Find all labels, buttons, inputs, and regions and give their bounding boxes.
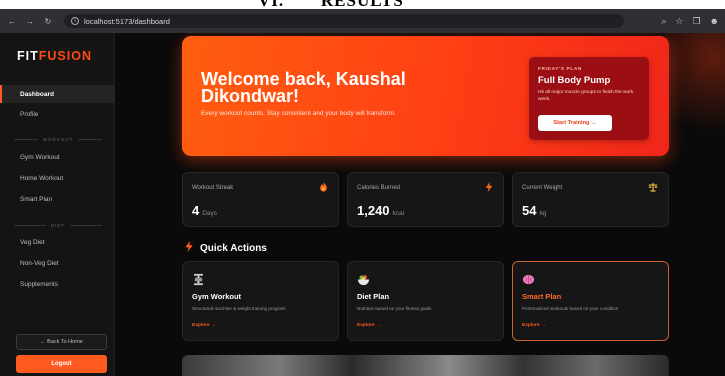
document-heading-strip: VI. RESULTS <box>0 0 725 9</box>
stat-label: Current Weight <box>522 185 563 191</box>
start-training-button[interactable]: Start Training → <box>538 115 612 131</box>
sidebar-item-home-workout[interactable]: Home Workout <box>0 169 115 187</box>
todays-plan-card: FRIDAY'S PLAN Full Body Pump Hit all maj… <box>529 57 649 140</box>
logout-button[interactable]: Logout <box>16 355 107 373</box>
scale-icon <box>648 182 658 194</box>
stat-card-current-weight: Current Weight 54 kg <box>512 172 669 227</box>
stat-value-group: 54 kg <box>522 203 546 218</box>
url-text: localhost:5173/dashboard <box>84 16 170 26</box>
explore-link[interactable]: Explore → <box>522 323 546 328</box>
stat-card-workout-streak: Workout Streak 4 Days <box>182 172 339 227</box>
sidebar-section-diet: DIET <box>14 223 103 228</box>
flame-icon <box>319 182 328 194</box>
quick-action-title: Smart Plan <box>522 292 562 301</box>
plan-description: Hit all major muscle groups to finish th… <box>538 90 634 102</box>
stat-value-group: 1,240 kcal <box>357 203 404 218</box>
zoom-icon[interactable]: ⌕ <box>661 16 666 27</box>
sidebar-item-supplements[interactable]: Supplements <box>0 275 115 293</box>
quick-action-description: Structured machine & weight training pro… <box>192 306 286 311</box>
quick-action-diet-plan[interactable]: Diet Plan Nutrition based on your fitnes… <box>347 261 504 341</box>
stat-unit: Days <box>202 210 218 217</box>
plan-name: Full Body Pump <box>538 75 611 86</box>
reload-icon[interactable]: ↻ <box>42 15 54 27</box>
salad-bowl-icon <box>357 273 370 286</box>
browser-toolbar: ← → ↻ i localhost:5173/dashboard ⌕ ☆ ❐ ☻ <box>0 9 725 33</box>
brain-icon <box>522 273 535 286</box>
sidebar-item-label: Profile <box>20 110 39 118</box>
explore-link[interactable]: Explore → <box>357 323 381 328</box>
stat-label: Workout Streak <box>192 185 234 191</box>
quick-action-description: Personalized workouts based on your cond… <box>522 306 619 311</box>
sidebar: FITFUSION Dashboard Profile WORKOUT Gym … <box>0 33 115 376</box>
bolt-icon <box>485 182 493 194</box>
decorative-glow <box>665 33 725 153</box>
forward-arrow-icon[interactable]: → <box>24 15 36 27</box>
logo-fusion: FUSION <box>38 49 92 63</box>
sidebar-item-label: Dashboard <box>20 90 54 98</box>
stat-unit: kcal <box>392 210 405 217</box>
address-bar[interactable]: i localhost:5173/dashboard <box>64 14 624 28</box>
welcome-subtitle: Every workout counts. Stay consistent an… <box>201 110 396 117</box>
quick-action-title: Diet Plan <box>357 292 390 301</box>
quick-action-title: Gym Workout <box>192 292 242 301</box>
sidebar-item-label: Veg Diet <box>20 238 45 246</box>
sidebar-item-non-veg-diet[interactable]: Non-Veg Diet <box>0 254 115 272</box>
stat-card-calories-burned: Calories Burned 1,240 kcal <box>347 172 504 227</box>
app-logo[interactable]: FITFUSION <box>17 49 92 63</box>
stat-label: Calories Burned <box>357 185 401 191</box>
welcome-hero: Welcome back, Kaushal Dikondwar! Every w… <box>182 36 669 156</box>
sidebar-item-dashboard[interactable]: Dashboard <box>0 85 115 103</box>
stat-unit: kg <box>539 210 547 217</box>
sidebar-item-gym-workout[interactable]: Gym Workout <box>0 148 115 166</box>
welcome-title: Welcome back, Kaushal Dikondwar! <box>201 69 406 106</box>
logo-fit: FIT <box>17 49 39 63</box>
sidebar-item-profile[interactable]: Profile <box>0 105 115 123</box>
stat-value: 4 <box>192 203 200 218</box>
quick-action-gym-workout[interactable]: Gym Workout Structured machine & weight … <box>182 261 339 341</box>
dumbbell-icon <box>192 273 205 286</box>
site-info-icon[interactable]: i <box>71 17 79 25</box>
plan-tag: FRIDAY'S PLAN <box>538 67 582 72</box>
back-arrow-icon[interactable]: ← <box>6 15 18 27</box>
explore-link[interactable]: Explore → <box>192 323 216 328</box>
stat-value: 1,240 <box>357 203 390 218</box>
quick-actions-heading: Quick Actions <box>185 241 267 255</box>
document-heading: VI. RESULTS <box>258 0 404 9</box>
section-label: DIET <box>50 223 66 228</box>
section-label: WORKOUT <box>42 137 74 142</box>
bookmark-star-icon[interactable]: ☆ <box>675 16 683 27</box>
profile-icon[interactable]: ☻ <box>710 16 719 26</box>
quick-actions-title: Quick Actions <box>200 242 267 254</box>
gym-banner-image <box>182 355 669 376</box>
sidebar-item-label: Supplements <box>20 280 58 288</box>
sidebar-item-label: Smart Plan <box>20 195 53 203</box>
sidebar-section-workout: WORKOUT <box>14 137 102 142</box>
sidebar-item-label: Home Workout <box>20 174 64 182</box>
sidebar-item-label: Non-Veg Diet <box>20 259 59 267</box>
quick-action-smart-plan[interactable]: Smart Plan Personalized workouts based o… <box>512 261 669 341</box>
quick-action-description: Nutrition based on your fitness goals <box>357 306 432 311</box>
sidebar-item-veg-diet[interactable]: Veg Diet <box>0 233 115 251</box>
sidebar-item-label: Gym Workout <box>20 153 60 161</box>
stat-value: 54 <box>522 203 537 218</box>
extensions-icon[interactable]: ❐ <box>692 16 700 27</box>
back-to-home-button[interactable]: ← Back To Home <box>16 334 107 350</box>
stat-value-group: 4 Days <box>192 203 217 218</box>
dashboard-main: Welcome back, Kaushal Dikondwar! Every w… <box>115 33 725 376</box>
bolt-icon <box>185 241 193 255</box>
sidebar-item-smart-plan[interactable]: Smart Plan <box>0 190 115 208</box>
